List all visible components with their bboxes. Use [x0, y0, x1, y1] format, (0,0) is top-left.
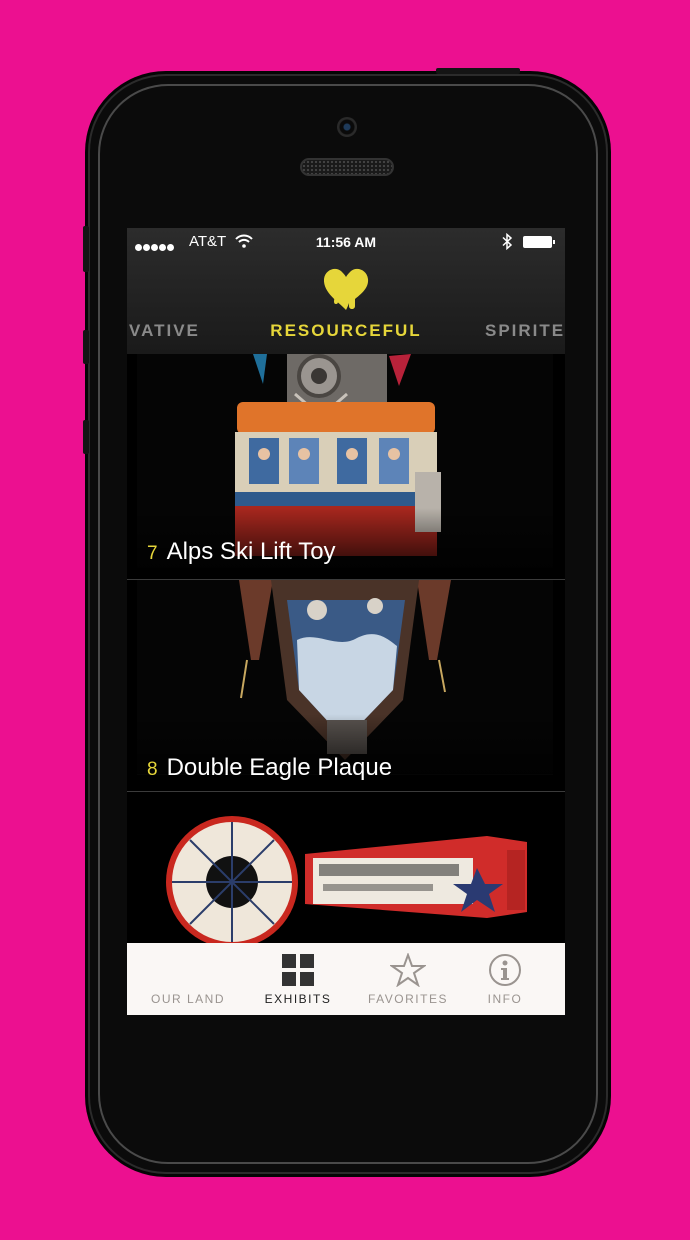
volume-up-button — [83, 330, 89, 364]
heart-logo-icon — [323, 268, 369, 310]
exhibit-caption: 7 Alps Ski Lift Toy — [147, 538, 336, 566]
tab-label: INFO — [487, 992, 523, 1006]
exhibit-number: 8 — [147, 759, 158, 780]
exhibit-item-double-eagle[interactable]: 8 Double Eagle Plaque — [127, 580, 565, 792]
exhibit-number: 7 — [147, 543, 158, 564]
status-time: 11:56 AM — [315, 234, 377, 250]
tab-label: EXHIBITS — [264, 992, 332, 1006]
tab-exhibits[interactable]: EXHIBITS — [243, 943, 353, 1015]
app-header: AT&T 11:56 AM VATIVE RESOURCEFUL SPIRITE — [127, 228, 565, 355]
exhibit-item-star-mill[interactable] — [127, 792, 565, 943]
exhibit-item-ski-lift[interactable]: 7 Alps Ski Lift Toy — [127, 354, 565, 580]
exhibit-caption: 8 Double Eagle Plaque — [147, 754, 392, 782]
grid-icon — [243, 953, 353, 992]
bluetooth-icon — [502, 233, 513, 250]
status-bar: AT&T 11:56 AM — [127, 228, 565, 256]
mute-switch — [83, 226, 89, 272]
power-button — [436, 68, 520, 74]
info-icon — [450, 953, 560, 992]
exhibit-title: Alps Ski Lift Toy — [166, 538, 336, 565]
exhibit-title: Double Eagle Plaque — [166, 754, 393, 781]
our-land-icon — [133, 953, 243, 985]
tab-bar: OUR LAND EXHIBITS FAVORITES INFO — [127, 943, 565, 1015]
app-screen: AT&T 11:56 AM VATIVE RESOURCEFUL SPIRITE — [127, 228, 565, 1015]
tab-label: FAVORITES — [368, 992, 448, 1006]
category-next[interactable]: SPIRITE — [485, 321, 565, 341]
tab-our-land[interactable]: OUR LAND — [133, 943, 243, 1015]
tab-label: OUR LAND — [150, 992, 225, 1006]
star-icon — [353, 952, 463, 992]
battery-icon — [523, 236, 555, 248]
volume-down-button — [83, 420, 89, 454]
earpiece-speaker — [300, 158, 394, 176]
front-camera — [337, 117, 357, 137]
tab-favorites[interactable]: FAVORITES — [353, 943, 463, 1015]
tab-info[interactable]: INFO — [450, 943, 560, 1015]
exhibit-image-star-mill — [127, 792, 565, 943]
